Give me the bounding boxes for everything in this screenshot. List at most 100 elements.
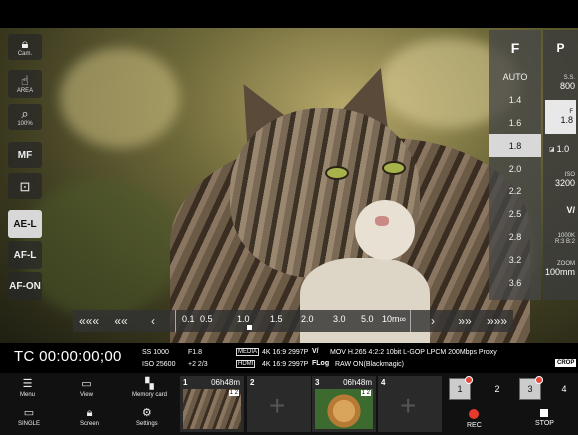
aperture-option-selected[interactable]: 1.8 xyxy=(489,134,541,158)
crop-badge: CROP xyxy=(555,359,577,367)
exposure-panel: P S.S. 800 F 1.8 ◪ 1.0 ISO 3200 V/ 1000K… xyxy=(543,30,578,300)
camera-select-3[interactable]: 3 xyxy=(519,376,543,400)
focus-tick: 0.5 xyxy=(200,314,213,324)
status-strip: TC 00:00:00;00 SS 1000 ISO 25600 F1.8 +2… xyxy=(0,343,578,373)
af-lock-button[interactable]: AF-L xyxy=(8,241,42,269)
focus-tick: 0.1 xyxy=(182,314,195,324)
focus-left-button[interactable]: «« xyxy=(105,314,137,328)
exposure-comp[interactable]: ◪ 1.0 xyxy=(543,134,578,164)
focus-tick: 2.0 xyxy=(301,314,314,324)
aperture-option[interactable]: 3.6 xyxy=(489,271,541,294)
camera-select-1[interactable]: 1 xyxy=(449,376,473,400)
cat-eye-left xyxy=(325,166,349,180)
camera-slot-4[interactable]: 4 + xyxy=(378,376,442,432)
aperture-option[interactable]: 2.2 xyxy=(489,180,541,203)
memory-card-icon: ▚ xyxy=(145,378,154,390)
focus-step-right-button[interactable]: › xyxy=(417,314,449,328)
focus-step-left-button[interactable]: ‹ xyxy=(137,314,169,328)
aperture-option[interactable]: AUTO xyxy=(489,66,541,89)
focus-tick: 5.0 xyxy=(361,314,374,324)
focus-right-button[interactable]: »» xyxy=(449,314,481,328)
focus-tick: 1.0 xyxy=(237,314,250,324)
magnifier-icon: ⌕ xyxy=(21,106,29,121)
single-button[interactable]: ▭ SINGLE xyxy=(18,407,40,427)
gear-icon: ⚙ xyxy=(141,407,152,419)
ev-readout: +2 2/3 xyxy=(188,361,208,368)
aperture-option[interactable]: 2.0 xyxy=(489,157,541,180)
record-badge xyxy=(465,376,473,384)
area-button[interactable]: ☝︎ AREA xyxy=(8,70,42,98)
top-bar xyxy=(0,0,578,28)
focus-tick: 3.0 xyxy=(333,314,346,324)
iso[interactable]: ISO 3200 xyxy=(543,164,578,196)
record-badge xyxy=(535,376,543,384)
aperture-option[interactable]: 2.8 xyxy=(489,226,541,249)
film-sim-badge: V/ xyxy=(312,348,319,355)
hdmi-tag: HDMI xyxy=(236,360,256,368)
screen-lock-button[interactable]: 🔒︎ Screen xyxy=(80,407,99,427)
bottom-bar: ☰ Menu ▭ View ▚ Memory card ▭ SINGLE 🔒︎ … xyxy=(0,373,578,435)
aperture-list[interactable]: F AUTO 1.4 1.6 1.8 2.0 2.2 2.5 2.8 3.2 3… xyxy=(489,30,541,300)
ev-icon: ◪ xyxy=(548,146,555,153)
single-icon: ▭ xyxy=(23,407,35,419)
media-tag: MEDIA xyxy=(236,348,260,356)
add-icon: + xyxy=(269,390,286,421)
focus-scale[interactable]: 0.1 0.5 1.0 1.5 2.0 3.0 5.0 10m∞ xyxy=(175,310,411,332)
focus-tick: 1.5 xyxy=(270,314,283,324)
zoom[interactable]: ZOOM 100mm xyxy=(543,254,578,284)
hand-icon: ☝︎ xyxy=(21,73,29,88)
f-readout: F1.8 xyxy=(188,349,203,356)
camera-slot-2[interactable]: 2 + xyxy=(247,376,311,432)
hdmi-format: 4K 16:9 2997P xyxy=(262,361,309,368)
cat-muzzle xyxy=(355,200,415,260)
lock-icon: 🔒︎ xyxy=(21,36,29,51)
mode-p[interactable]: P xyxy=(543,30,578,66)
cat-eye-right xyxy=(382,161,406,175)
film-sim-icon: V/ xyxy=(566,205,575,215)
af-on-button[interactable]: AF-ON xyxy=(8,272,42,300)
frame-button[interactable]: ⊡ xyxy=(8,173,42,199)
timecode: TC 00:00:00;00 xyxy=(14,348,122,365)
focus-marker[interactable] xyxy=(247,325,252,330)
white-balance[interactable]: 1000K R:3 B:2 xyxy=(543,224,578,254)
cat-nose xyxy=(375,216,389,226)
menu-button[interactable]: ☰ Menu xyxy=(20,378,35,398)
aperture-option[interactable]: 1.6 xyxy=(489,112,541,135)
flog-label: FLog xyxy=(312,360,330,367)
film-sim[interactable]: V/ xyxy=(543,196,578,224)
stop-button[interactable]: STOP xyxy=(535,409,554,427)
memory-card-button[interactable]: ▚ Memory card xyxy=(132,378,167,398)
codec-info: MOV H.265 4:2:2 10bit L-GOP LPCM 200Mbps… xyxy=(330,349,497,356)
camera-slot-1[interactable]: 1 06h48m 1 2 xyxy=(180,376,244,432)
view-button[interactable]: ▭ View xyxy=(80,378,93,398)
zoom-100-button[interactable]: ⌕ 100% xyxy=(8,104,42,130)
shutter-readout: SS 1000 xyxy=(142,349,169,356)
stop-icon xyxy=(540,409,549,417)
focus-far-left-button[interactable]: ««« xyxy=(73,314,105,328)
focus-tick: 10m∞ xyxy=(382,314,406,324)
mf-button[interactable]: MF xyxy=(8,142,42,168)
aperture-header: F xyxy=(510,40,520,56)
camera-select-4[interactable]: 4 xyxy=(553,378,575,400)
camera-select-2[interactable]: 2 xyxy=(486,378,508,400)
settings-button[interactable]: ⚙ Settings xyxy=(136,407,158,427)
media-format: 4K 16:9 2997P xyxy=(262,349,309,356)
cam-lock-button[interactable]: 🔒︎ Cam. xyxy=(8,34,42,60)
shutter-speed[interactable]: S.S. 800 xyxy=(543,66,578,100)
focus-far-right-button[interactable]: »»» xyxy=(481,314,513,328)
view-icon: ▭ xyxy=(81,378,92,390)
raw-info: RAW ON(Blackmagic) xyxy=(335,361,404,368)
frame-icon: ⊡ xyxy=(19,178,31,194)
aperture-option[interactable]: 2.5 xyxy=(489,203,541,226)
add-icon: + xyxy=(400,390,417,421)
rec-button[interactable]: REC xyxy=(467,409,482,429)
record-icon xyxy=(469,409,480,419)
iso-readout: ISO 25600 xyxy=(142,361,176,368)
hamburger-icon: ☰ xyxy=(22,378,33,390)
ae-lock-button[interactable]: AE-L xyxy=(8,210,42,238)
focus-bar[interactable]: ««« «« ‹ 0.1 0.5 1.0 1.5 2.0 3.0 5.0 10m… xyxy=(73,310,513,332)
f-number[interactable]: F 1.8 xyxy=(545,100,576,134)
aperture-option[interactable]: 1.4 xyxy=(489,89,541,112)
camera-slot-3[interactable]: 3 06h48m 1 2 xyxy=(312,376,376,432)
aperture-option[interactable]: 3.2 xyxy=(489,248,541,271)
